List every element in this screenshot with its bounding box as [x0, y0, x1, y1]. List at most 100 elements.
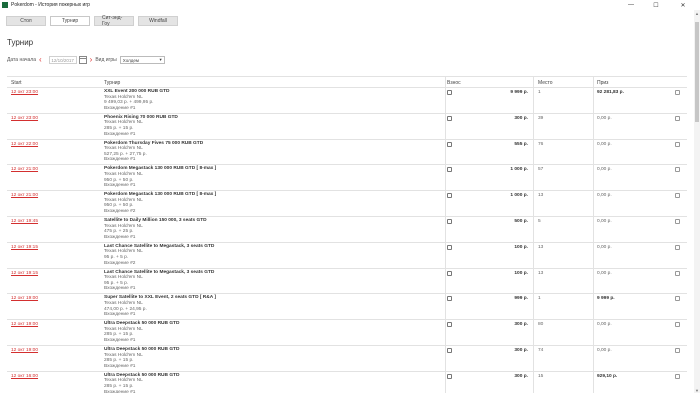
tab-table[interactable]: Стол — [6, 16, 46, 26]
start-time-link[interactable]: 12 окт 19:15 — [11, 245, 38, 250]
details-icon[interactable] — [675, 219, 680, 224]
table-row[interactable]: 12 окт 19:45 Satellite to Daily Million 1… — [0, 217, 690, 243]
table-row[interactable]: 12 окт 19:00 Ultra Deepstack 50 000 RUB G… — [0, 320, 690, 346]
details-icon[interactable] — [675, 115, 680, 121]
prize-amount: 0,00 р. — [597, 219, 612, 224]
scroll-down-icon[interactable]: ▼ — [694, 387, 700, 393]
ticket-icon — [447, 115, 452, 121]
tab-windfall[interactable]: Windfall — [138, 16, 178, 26]
ticket-icon — [447, 219, 452, 224]
finish-place: 39 — [538, 115, 544, 121]
ticket-icon — [447, 244, 452, 250]
buyin-amount: 999 р. — [514, 296, 528, 302]
entry-number: Вхождение #1 — [104, 234, 136, 240]
start-time-link[interactable]: 12 окт 21:00 — [11, 193, 38, 198]
tab-tournament[interactable]: Турнир — [50, 16, 90, 26]
entry-number: Вхождение #1 — [104, 286, 136, 292]
page-title: Турнир — [7, 38, 34, 47]
column-header-prize[interactable]: Приз — [597, 80, 608, 86]
table-row[interactable]: 12 окт 19:00 Ultra Deepstack 50 000 RUB G… — [0, 346, 690, 372]
close-button[interactable]: ✕ — [674, 0, 692, 10]
entry-number: Вхождение #1 — [104, 363, 136, 369]
start-time-link[interactable]: 12 окт 23:00 — [11, 116, 38, 121]
finish-place: 80 — [538, 322, 544, 328]
buyin-amount: 100 р. — [514, 244, 528, 250]
calendar-icon[interactable] — [78, 56, 87, 64]
details-icon[interactable] — [675, 296, 680, 302]
entry-number: Вхождение #1 — [104, 337, 136, 343]
game-type-select[interactable]: Холдем ▾ — [119, 56, 165, 64]
ticket-icon — [447, 270, 452, 276]
start-time-link[interactable]: 12 окт 19:45 — [11, 219, 38, 224]
entry-number: Вхождение #1 — [104, 157, 136, 163]
tournament-info: Ultra Deepstack 50 000 RUB GTD Texas Hold… — [104, 321, 179, 343]
prize-amount: 0,00 р. — [597, 167, 612, 173]
table-row[interactable]: 12 окт 21:00 Pokerdom Megastack 130 000 R… — [0, 191, 690, 217]
finish-place: 74 — [538, 348, 544, 353]
start-time-link[interactable]: 12 окт 19:00 — [11, 322, 38, 327]
details-icon[interactable] — [675, 90, 680, 95]
start-time-link[interactable]: 12 окт 19:00 — [11, 348, 38, 353]
details-icon[interactable] — [675, 141, 680, 147]
column-header-start[interactable]: Start — [11, 80, 22, 86]
table-row[interactable]: 12 окт 19:15 Last Chance Satellite to Meg… — [0, 243, 690, 269]
buyin-amount: 500 р. — [514, 219, 528, 224]
buyin-amount: 300 р. — [514, 373, 528, 379]
entry-number: Вхождение #1 — [104, 131, 136, 137]
prize-amount: 0,00 р. — [597, 270, 612, 276]
buyin-amount: 1 000 р. — [510, 193, 528, 199]
entry-number: Вхождение #1 — [104, 389, 136, 393]
game-type-label: Вид игры — [95, 57, 117, 63]
details-icon[interactable] — [675, 193, 680, 199]
table-row[interactable]: 12 окт 22:00 Pokerdom Thursday Fives 75 0… — [0, 140, 690, 166]
column-header-tournament[interactable]: Турнир — [104, 80, 120, 86]
buyin-amount: 300 р. — [514, 115, 528, 121]
table-row[interactable]: 12 окт 19:00 Super Satellite to XXL Event… — [0, 294, 690, 320]
start-time-link[interactable]: 12 окт 16:00 — [11, 374, 38, 379]
scrollbar[interactable]: ▲ ▼ — [694, 10, 700, 393]
minimize-button[interactable]: — — [622, 0, 640, 10]
details-icon[interactable] — [675, 270, 680, 276]
finish-place: 76 — [538, 141, 544, 147]
entry-number: Вхождение #1 — [104, 183, 136, 189]
table-row[interactable]: 12 окт 16:00 Ultra Deepstack 50 000 RUB G… — [0, 372, 690, 393]
scrollbar-thumb[interactable] — [695, 22, 699, 122]
tab-bar: Стол Турнир Сит-энд-Гоу Windfall — [6, 15, 178, 27]
start-time-link[interactable]: 12 окт 22:00 — [11, 142, 38, 147]
details-icon[interactable] — [675, 322, 680, 328]
column-header-buyin[interactable]: Взнос — [447, 80, 461, 86]
scroll-up-icon[interactable]: ▲ — [694, 10, 700, 16]
tournament-info: Phoenix Rising 70 000 RUB GTD Texas Hold'… — [104, 115, 178, 137]
maximize-button[interactable]: ☐ — [647, 0, 665, 10]
start-time-link[interactable]: 12 окт 19:00 — [11, 296, 38, 301]
chevron-down-icon: ▾ — [159, 57, 162, 62]
title-bar: Pokerdom - История покерных игр — [0, 0, 700, 10]
prize-amount: 9 999 р. — [597, 296, 615, 302]
details-icon[interactable] — [675, 373, 680, 379]
details-icon[interactable] — [675, 244, 680, 250]
tournament-info: Super Satellite to XXL Event, 2 seats GT… — [104, 295, 216, 317]
date-prev-arrow-icon[interactable]: ‹ — [39, 56, 42, 64]
entry-number: Вхождение #2 — [104, 208, 136, 214]
tab-sit-and-go[interactable]: Сит-энд-Гоу — [94, 15, 134, 27]
tournament-name: Pokerdom Megastack 130 000 RUB GTD [ 8-m… — [104, 192, 217, 198]
ticket-icon — [447, 193, 452, 199]
start-time-link[interactable]: 12 окт 19:15 — [11, 271, 38, 276]
column-header-place[interactable]: Место — [538, 80, 553, 86]
start-time-link[interactable]: 12 окт 21:00 — [11, 167, 38, 172]
start-time-link[interactable]: 12 окт 23:00 — [11, 90, 38, 95]
tournament-info: XXL Event 200 000 RUB GTD Texas Hold'em N… — [104, 89, 170, 111]
prize-amount: 92 281,83 р. — [597, 90, 624, 95]
table-row[interactable]: 12 окт 23:00 XXL Event 200 000 RUB GTD Tex… — [0, 88, 690, 114]
tournament-info: Ultra Deepstack 50 000 RUB GTD Texas Hold… — [104, 347, 179, 369]
table-row[interactable]: 12 окт 21:00 Pokerdom Megastack 130 000 R… — [0, 165, 690, 191]
date-next-arrow-icon[interactable]: › — [90, 56, 93, 64]
finish-place: 57 — [538, 167, 544, 173]
table-row[interactable]: 12 окт 19:15 Last Chance Satellite to Meg… — [0, 269, 690, 295]
date-input[interactable]: 12/10/2017 — [48, 56, 77, 64]
details-icon[interactable] — [675, 348, 680, 353]
tournament-info: Satellite to Daily Million 150 000, 3 se… — [104, 218, 207, 240]
details-icon[interactable] — [675, 167, 680, 173]
table-row[interactable]: 12 окт 23:00 Phoenix Rising 70 000 RUB GT… — [0, 114, 690, 140]
finish-place: 1 — [538, 90, 541, 95]
